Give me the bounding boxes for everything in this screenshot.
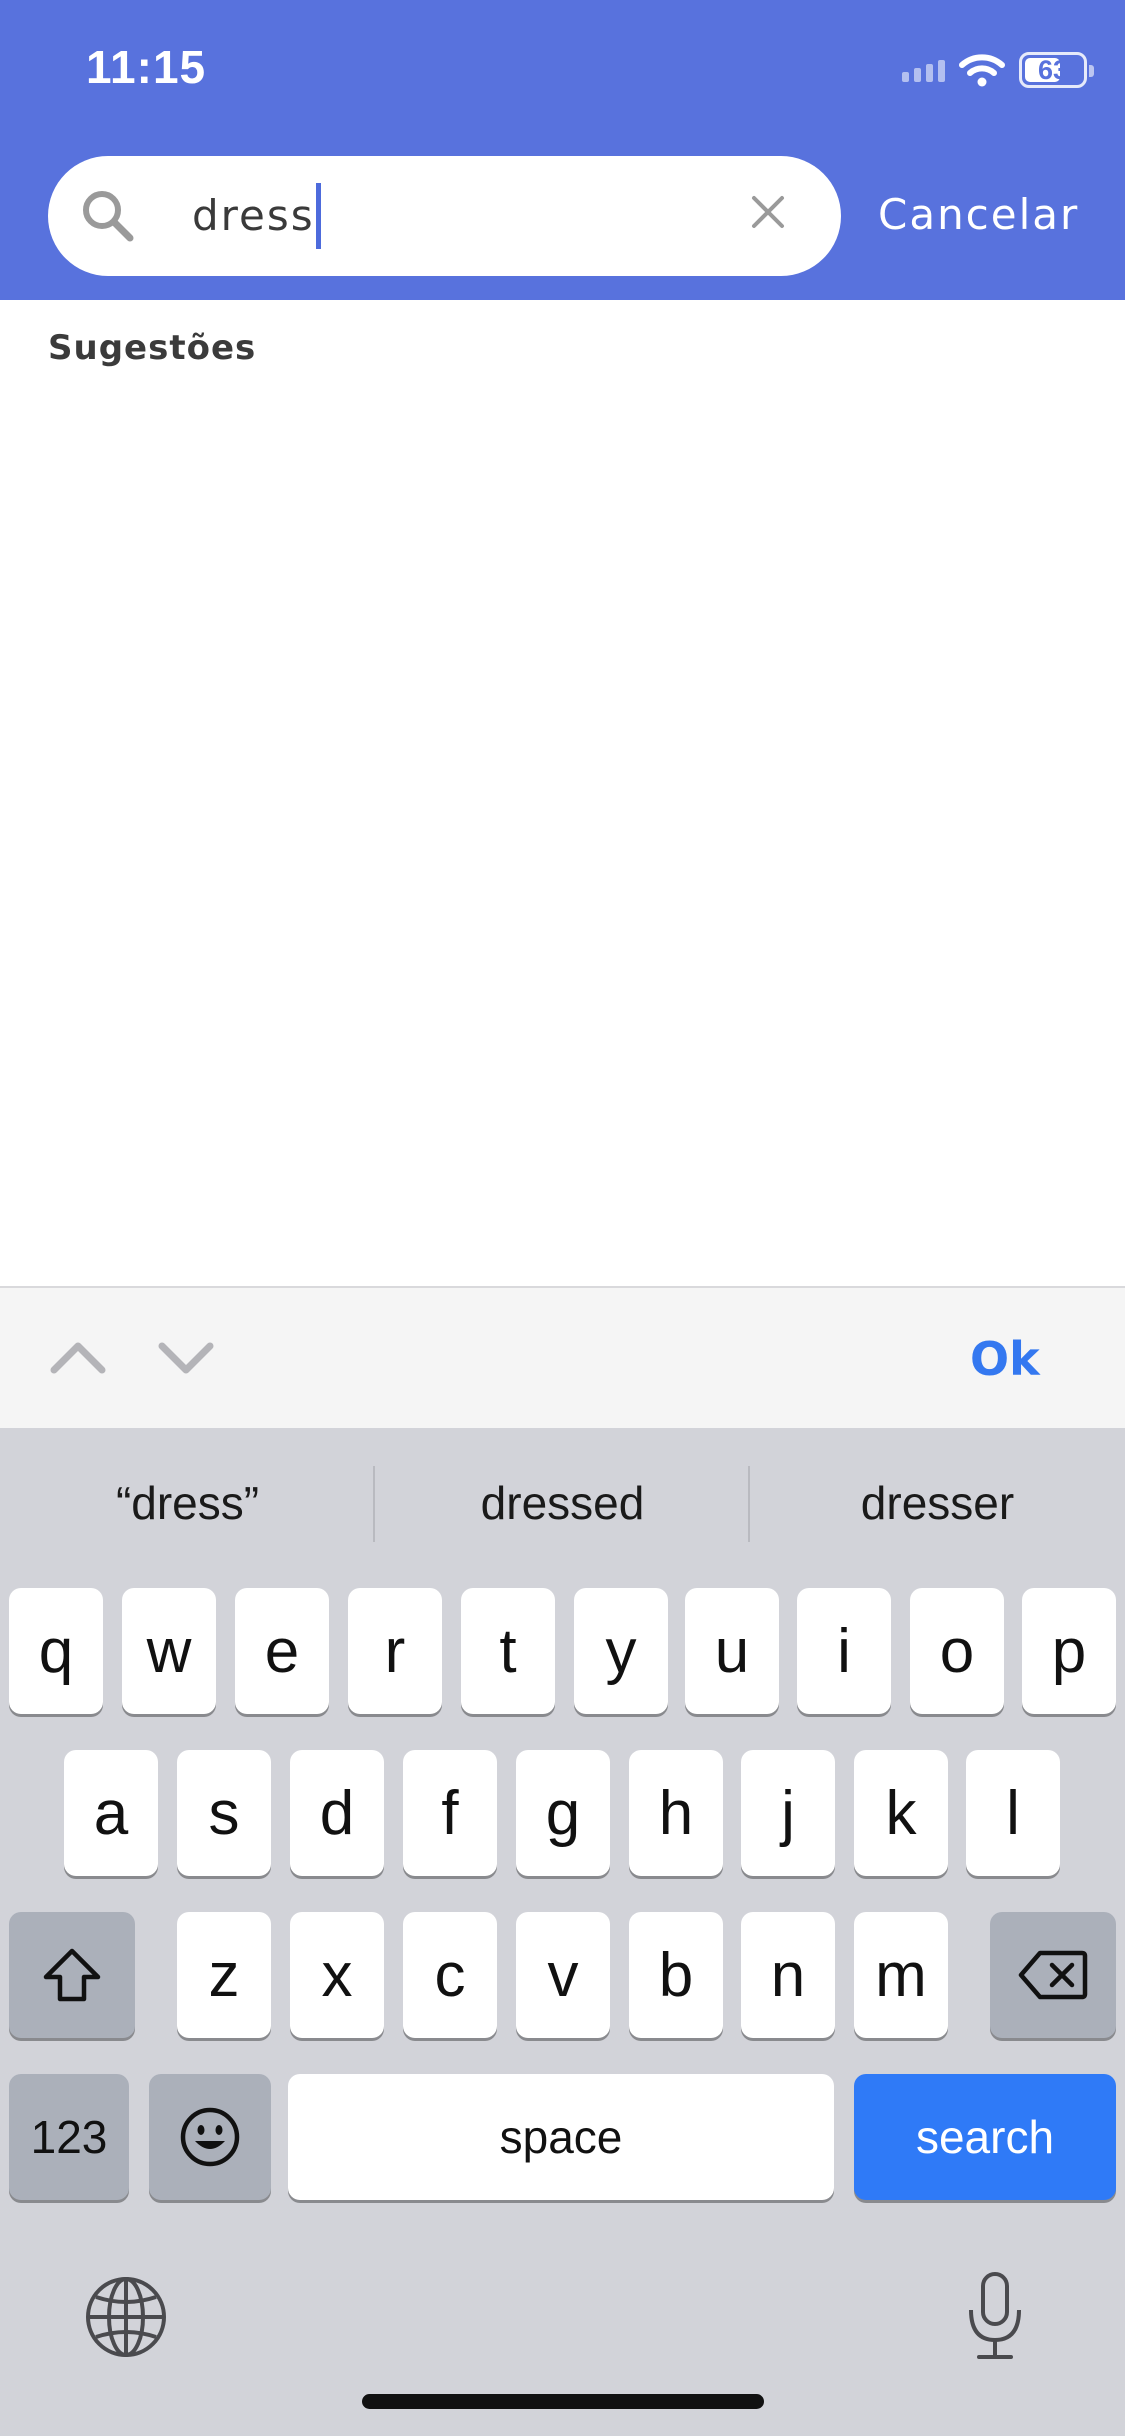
shift-key[interactable] bbox=[9, 1912, 135, 2038]
app-header: 11:15 63 dress Cancelar bbox=[0, 0, 1125, 300]
space-key[interactable]: space bbox=[288, 2074, 834, 2200]
key-n[interactable]: n bbox=[741, 1912, 835, 2038]
clear-icon[interactable] bbox=[750, 194, 786, 230]
battery-level: 63 bbox=[1037, 54, 1069, 85]
chevron-up-icon[interactable] bbox=[48, 1332, 108, 1382]
status-icons: 63 bbox=[902, 50, 1094, 90]
backspace-key[interactable] bbox=[990, 1912, 1116, 2038]
home-indicator bbox=[362, 2394, 764, 2409]
key-l[interactable]: l bbox=[966, 1750, 1060, 1876]
key-e[interactable]: e bbox=[235, 1588, 329, 1714]
wifi-icon bbox=[959, 53, 1005, 87]
microphone-icon[interactable] bbox=[965, 2270, 1025, 2362]
prediction-2[interactable]: dressed bbox=[375, 1476, 750, 1530]
search-icon bbox=[83, 191, 134, 242]
key-i[interactable]: i bbox=[797, 1588, 891, 1714]
globe-icon[interactable] bbox=[84, 2275, 168, 2359]
signal-icon bbox=[902, 58, 945, 82]
battery-icon: 63 bbox=[1019, 52, 1094, 88]
emoji-key[interactable] bbox=[149, 2074, 271, 2200]
key-b[interactable]: b bbox=[629, 1912, 723, 2038]
numbers-key[interactable]: 123 bbox=[9, 2074, 129, 2200]
key-a[interactable]: a bbox=[64, 1750, 158, 1876]
prediction-3[interactable]: dresser bbox=[750, 1476, 1125, 1530]
text-caret bbox=[315, 183, 321, 249]
search-bar[interactable]: dress bbox=[48, 156, 841, 276]
key-c[interactable]: c bbox=[403, 1912, 497, 2038]
key-u[interactable]: u bbox=[685, 1588, 779, 1714]
search-input[interactable]: dress bbox=[192, 180, 752, 252]
backspace-icon bbox=[1018, 1950, 1088, 2000]
key-k[interactable]: k bbox=[854, 1750, 948, 1876]
keyboard: “dress” dressed dresser q w e r t y u i … bbox=[0, 1428, 1125, 2436]
key-r[interactable]: r bbox=[348, 1588, 442, 1714]
key-f[interactable]: f bbox=[403, 1750, 497, 1876]
keyboard-accessory-bar: Ok bbox=[0, 1286, 1125, 1428]
search-key[interactable]: search bbox=[854, 2074, 1116, 2200]
key-j[interactable]: j bbox=[741, 1750, 835, 1876]
key-t[interactable]: t bbox=[461, 1588, 555, 1714]
key-y[interactable]: y bbox=[574, 1588, 668, 1714]
status-time: 11:15 bbox=[86, 41, 207, 93]
emoji-icon bbox=[180, 2107, 240, 2167]
shift-icon bbox=[43, 1948, 101, 2002]
suggestions-heading: Sugestões bbox=[48, 328, 257, 368]
key-x[interactable]: x bbox=[290, 1912, 384, 2038]
key-p[interactable]: p bbox=[1022, 1588, 1116, 1714]
key-w[interactable]: w bbox=[122, 1588, 216, 1714]
key-o[interactable]: o bbox=[910, 1588, 1004, 1714]
key-h[interactable]: h bbox=[629, 1750, 723, 1876]
key-z[interactable]: z bbox=[177, 1912, 271, 2038]
chevron-down-icon[interactable] bbox=[156, 1332, 216, 1382]
key-d[interactable]: d bbox=[290, 1750, 384, 1876]
key-g[interactable]: g bbox=[516, 1750, 610, 1876]
ok-button[interactable]: Ok bbox=[970, 1332, 1040, 1386]
key-q[interactable]: q bbox=[9, 1588, 103, 1714]
prediction-1[interactable]: “dress” bbox=[0, 1476, 375, 1530]
cancel-button[interactable]: Cancelar bbox=[878, 190, 1079, 239]
key-s[interactable]: s bbox=[177, 1750, 271, 1876]
key-v[interactable]: v bbox=[516, 1912, 610, 2038]
key-m[interactable]: m bbox=[854, 1912, 948, 2038]
search-input-value: dress bbox=[192, 191, 315, 240]
